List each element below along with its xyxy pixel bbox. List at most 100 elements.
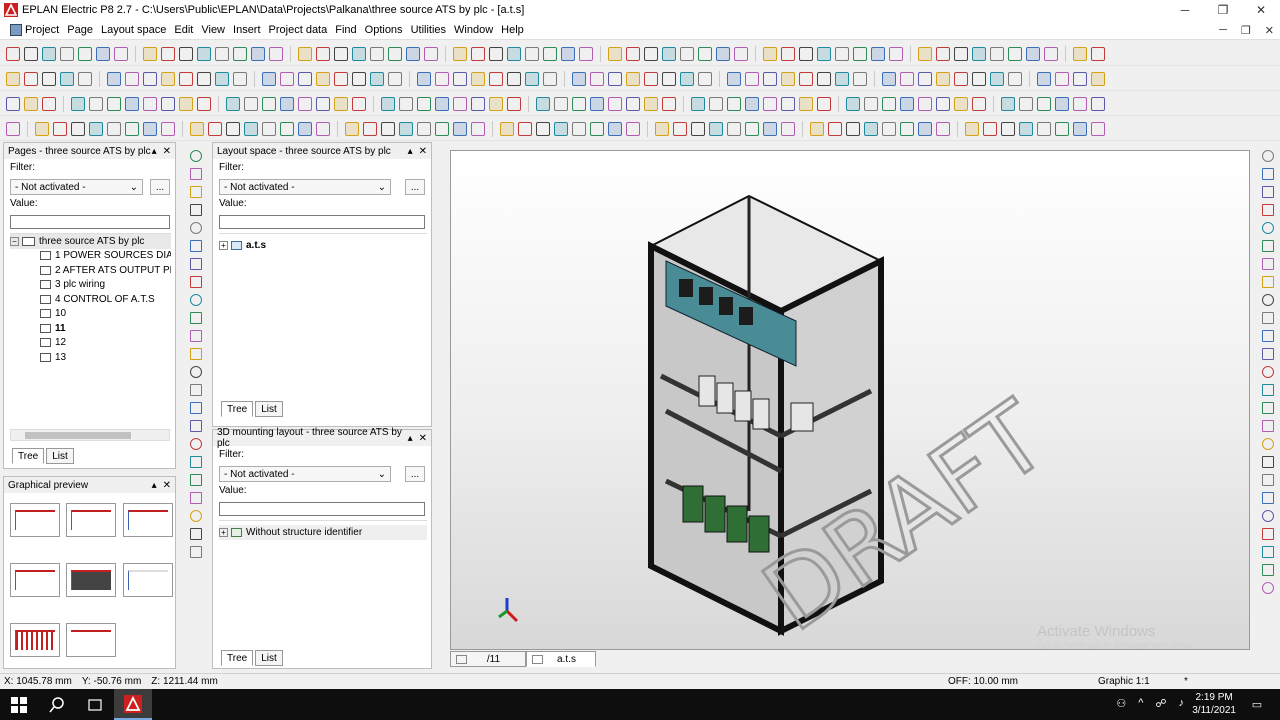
toolbar-tool-icon[interactable]: [655, 121, 669, 136]
toolbar-tool-icon[interactable]: [89, 121, 103, 136]
page-thumbnail[interactable]: [10, 503, 60, 537]
toolbar-tool-icon[interactable]: [954, 71, 968, 86]
drawing-tool-icon[interactable]: [1262, 168, 1274, 180]
toolbar-tool-icon[interactable]: [799, 71, 813, 86]
toolbar-tool-icon[interactable]: [709, 96, 723, 111]
toolbar-tool-icon[interactable]: [1037, 121, 1051, 136]
toolbar-tool-icon[interactable]: [453, 71, 467, 86]
toolbar-tool-icon[interactable]: [161, 71, 175, 86]
menu-utilities[interactable]: Utilities: [407, 24, 450, 36]
toolbar-tool-icon[interactable]: [114, 46, 128, 61]
drawing-tool-icon[interactable]: [190, 276, 202, 288]
toolbar-tool-icon[interactable]: [799, 46, 813, 61]
toolbar-tool-icon[interactable]: [1037, 96, 1051, 111]
toolbar-tool-icon[interactable]: [179, 71, 193, 86]
toolbar-tool-icon[interactable]: [417, 96, 431, 111]
toolbar-tool-icon[interactable]: [900, 96, 914, 111]
tab-tree[interactable]: Tree: [12, 448, 45, 464]
toolbar-tool-icon[interactable]: [226, 96, 240, 111]
panel-close-icon[interactable]: ✕: [163, 480, 171, 491]
drawing-tool-icon[interactable]: [1262, 546, 1274, 558]
drawing-tool-icon[interactable]: [1262, 582, 1274, 594]
toolbar-tool-icon[interactable]: [352, 71, 366, 86]
toolbar-tool-icon[interactable]: [554, 96, 568, 111]
toolbar-tool-icon[interactable]: [399, 96, 413, 111]
filter-options-button[interactable]: ...: [150, 179, 170, 195]
drawing-tool-icon[interactable]: [190, 546, 202, 558]
toolbar-tool-icon[interactable]: [900, 71, 914, 86]
volume-icon[interactable]: ♪: [1179, 697, 1185, 710]
drawing-tool-icon[interactable]: [1262, 402, 1274, 414]
drawing-tool-icon[interactable]: [1262, 564, 1274, 576]
toolbar-tool-icon[interactable]: [233, 46, 247, 61]
mounting-root-node[interactable]: + Without structure identifier: [219, 525, 427, 540]
toolbar-tool-icon[interactable]: [918, 121, 932, 136]
drawing-tool-icon[interactable]: [1262, 186, 1274, 198]
drawing-tool-icon[interactable]: [1262, 528, 1274, 540]
toolbar-tool-icon[interactable]: [1073, 46, 1087, 61]
search-icon[interactable]: [38, 689, 76, 720]
toolbar-tool-icon[interactable]: [262, 121, 276, 136]
toolbar-tool-icon[interactable]: [918, 96, 932, 111]
toolbar-tool-icon[interactable]: [143, 71, 157, 86]
tab-tree[interactable]: Tree: [221, 650, 254, 666]
toolbar-tool-icon[interactable]: [965, 121, 979, 136]
toolbar-tool-icon[interactable]: [536, 96, 550, 111]
filter-select[interactable]: - Not activated - ⌄: [219, 179, 391, 195]
toolbar-tool-icon[interactable]: [381, 96, 395, 111]
toolbar-tool-icon[interactable]: [763, 46, 777, 61]
drawing-tool-icon[interactable]: [1262, 510, 1274, 522]
toolbar-tool-icon[interactable]: [698, 71, 712, 86]
toolbar-tool-icon[interactable]: [799, 96, 813, 111]
toolbar-tool-icon[interactable]: [280, 121, 294, 136]
tree-page-3[interactable]: 3 plc wiring: [10, 278, 171, 293]
toolbar-tool-icon[interactable]: [507, 46, 521, 61]
drawing-tool-icon[interactable]: [1262, 384, 1274, 396]
toolbar-tool-icon[interactable]: [298, 96, 312, 111]
toolbar-tool-icon[interactable]: [518, 121, 532, 136]
toolbar-tool-icon[interactable]: [1073, 71, 1087, 86]
toolbar-tool-icon[interactable]: [125, 96, 139, 111]
toolbar-tool-icon[interactable]: [53, 121, 67, 136]
toolbar-tool-icon[interactable]: [763, 121, 777, 136]
menu-insert[interactable]: Insert: [229, 24, 265, 36]
toolbar-tool-icon[interactable]: [1008, 46, 1022, 61]
page-thumbnail[interactable]: [10, 563, 60, 597]
drawing-tool-icon[interactable]: [190, 510, 202, 522]
menu-options[interactable]: Options: [361, 24, 407, 36]
toolbar-tool-icon[interactable]: [489, 46, 503, 61]
toolbar-tool-icon[interactable]: [388, 71, 402, 86]
drawing-tool-icon[interactable]: [190, 474, 202, 486]
page-thumbnail[interactable]: [10, 623, 60, 657]
toolbar-tool-icon[interactable]: [197, 96, 211, 111]
toolbar-tool-icon[interactable]: [763, 71, 777, 86]
toolbar-tool-icon[interactable]: [572, 71, 586, 86]
toolbar-tool-icon[interactable]: [608, 96, 622, 111]
toolbar-tool-icon[interactable]: [1019, 121, 1033, 136]
toolbar-tool-icon[interactable]: [435, 121, 449, 136]
toolbar-tool-icon[interactable]: [78, 71, 92, 86]
toolbar-tool-icon[interactable]: [71, 121, 85, 136]
toolbar-tool-icon[interactable]: [345, 121, 359, 136]
drawing-tool-icon[interactable]: [190, 168, 202, 180]
value-input[interactable]: [219, 502, 425, 516]
toolbar-tool-icon[interactable]: [835, 46, 849, 61]
menu-layout-space[interactable]: Layout space: [97, 24, 170, 36]
toolbar-tool-icon[interactable]: [280, 71, 294, 86]
toolbar-tool-icon[interactable]: [954, 46, 968, 61]
toolbar-tool-icon[interactable]: [662, 96, 676, 111]
menu-view[interactable]: View: [197, 24, 229, 36]
toolbar-tool-icon[interactable]: [626, 71, 640, 86]
toolbar-tool-icon[interactable]: [417, 71, 431, 86]
tree-page-2[interactable]: 2 AFTER ATS OUTPUT PLC: [10, 263, 171, 278]
toolbar-tool-icon[interactable]: [35, 121, 49, 136]
toolbar-tool-icon[interactable]: [471, 96, 485, 111]
mdi-close-button[interactable]: ✕: [1265, 24, 1274, 37]
tab-list[interactable]: List: [255, 401, 283, 417]
toolbar-tool-icon[interactable]: [543, 46, 557, 61]
tree-page-12[interactable]: 12: [10, 336, 171, 351]
toolbar-tool-icon[interactable]: [352, 46, 366, 61]
toolbar-tool-icon[interactable]: [871, 46, 885, 61]
page-thumbnail[interactable]: [123, 563, 173, 597]
menu-window[interactable]: Window: [450, 24, 497, 36]
